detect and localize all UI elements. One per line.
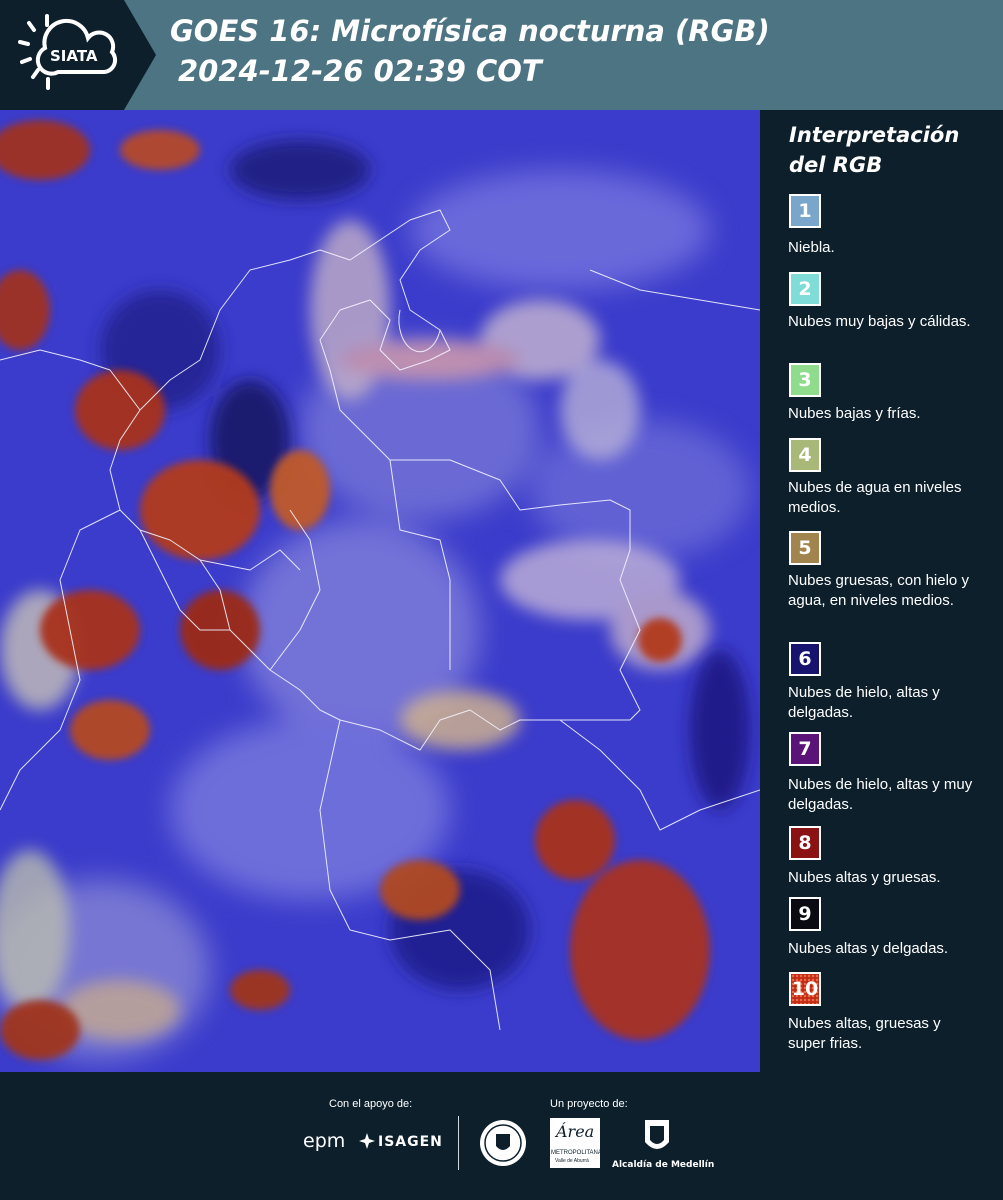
area-metro-text: METROPOLITANA — [551, 1150, 602, 1156]
legend-swatch-1: 1 — [789, 194, 821, 228]
legend-number: 10 — [791, 978, 819, 1000]
legend-swatch-2: 2 — [789, 272, 821, 306]
legend-label-1: Niebla. — [788, 239, 835, 256]
legend-number: 6 — [798, 648, 812, 670]
legend-swatch-3: 3 — [789, 363, 821, 397]
medellin-seal-icon — [478, 1118, 528, 1168]
legend-number: 3 — [798, 369, 812, 391]
epm-logo: epm — [303, 1130, 346, 1152]
page-title: GOES 16: Microfísica nocturna (RGB) — [170, 14, 770, 48]
legend-swatch-8: 8 — [789, 826, 821, 860]
isagen-icon — [358, 1132, 376, 1150]
legend-label-7: Nubes de hielo, altas y muy delgadas. — [788, 776, 973, 813]
satellite-map — [0, 110, 760, 1072]
header-bar: SIATA GOES 16: Microfísica nocturna (RGB… — [0, 0, 1003, 110]
legend-label-8: Nubes altas y gruesas. — [788, 869, 941, 886]
legend-label-4: Nubes de agua en niveles medios. — [788, 479, 962, 516]
page-timestamp: 2024-12-26 02:39 COT — [178, 54, 542, 88]
project-caption: Un proyecto de: — [550, 1098, 628, 1110]
area-script-text: Área — [556, 1122, 595, 1141]
footer: Con el apoyo de: Un proyecto de: epm ISA… — [0, 1072, 1003, 1200]
siata-logo-text: SIATA — [50, 47, 98, 65]
legend-label-10: Nubes altas, gruesas y super frias. — [788, 1015, 941, 1052]
legend-label-2: Nubes muy bajas y cálidas. — [788, 313, 971, 330]
legend-number: 8 — [798, 832, 812, 854]
legend-title: Interpretación del RGB — [789, 123, 960, 177]
support-caption: Con el apoyo de: — [329, 1098, 413, 1110]
legend-number: 7 — [798, 738, 812, 760]
siata-logo: SIATA — [0, 0, 156, 110]
legend-label-5: Nubes gruesas, con hielo y agua, en nive… — [788, 572, 969, 609]
legend-swatch-9: 9 — [789, 897, 821, 931]
legend-number: 2 — [798, 278, 812, 300]
legend-swatch-10: 10 — [789, 972, 821, 1006]
legend-number: 5 — [798, 537, 812, 559]
alcaldia-text: Alcaldía de Medellín — [612, 1160, 715, 1170]
legend-number: 9 — [798, 903, 812, 925]
legend-number: 1 — [798, 200, 812, 222]
rgb-legend: Interpretación del RGB 1 Niebla. 2 Nubes… — [760, 110, 1003, 1072]
legend-label-6: Nubes de hielo, altas y delgadas. — [788, 684, 940, 721]
legend-swatch-7: 7 — [789, 732, 821, 766]
legend-swatch-4: 4 — [789, 438, 821, 472]
footer-divider — [458, 1116, 459, 1170]
isagen-logo: ISAGEN — [378, 1134, 443, 1150]
alcaldia-shield-icon — [643, 1118, 671, 1156]
legend-label-3: Nubes bajas y frías. — [788, 405, 921, 422]
legend-number: 4 — [798, 444, 812, 466]
area-metropolitana-logo: Área METROPOLITANA Valle de Aburrá — [550, 1118, 602, 1168]
legend-label-9: Nubes altas y delgadas. — [788, 940, 949, 957]
legend-swatch-6: 6 — [789, 642, 821, 676]
area-metro-sub: Valle de Aburrá — [555, 1158, 589, 1164]
legend-swatch-5: 5 — [789, 531, 821, 565]
